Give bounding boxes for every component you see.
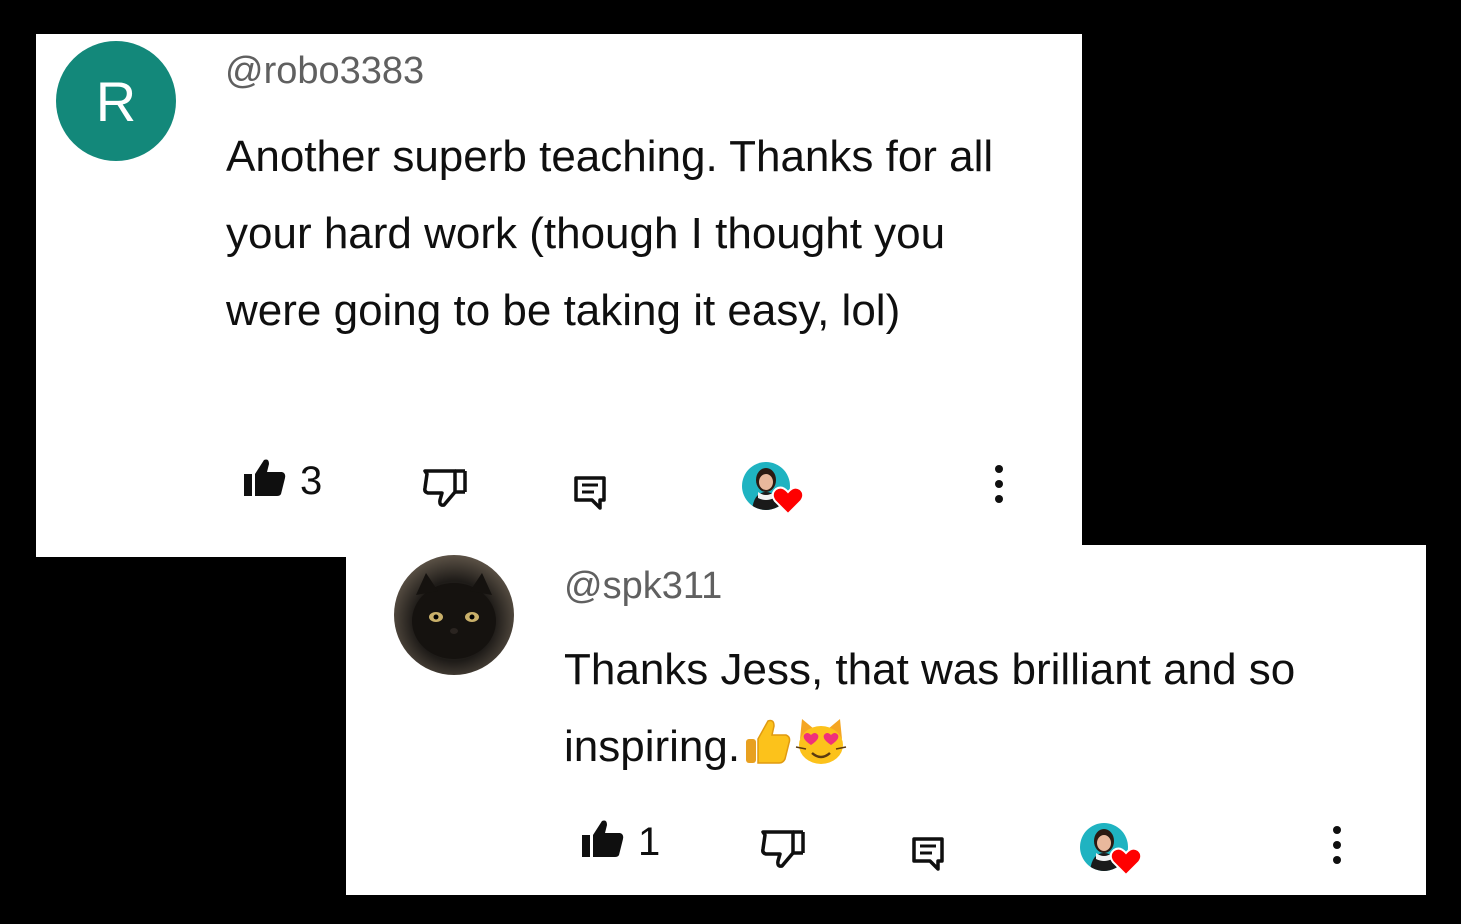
creator-heart-badge: [1080, 823, 1144, 879]
comment-text-body: Thanks Jess, that was brilliant and so i…: [564, 645, 1296, 771]
comment-text: Thanks Jess, that was brilliant and so i…: [564, 631, 1409, 785]
dislike-button[interactable]: [422, 468, 468, 513]
more-vertical-icon: [1330, 825, 1344, 870]
comment-author-handle[interactable]: @spk311: [564, 567, 722, 605]
like-count: 1: [638, 819, 661, 864]
heart-icon: [1109, 847, 1143, 877]
thumbs-down-icon: [760, 829, 806, 874]
creator-heart-badge: [742, 462, 806, 518]
black-cat-photo: [412, 573, 496, 659]
comment-card: @spk311 Thanks Jess, that was brilliant …: [346, 545, 1426, 895]
reply-button[interactable]: [574, 476, 606, 515]
comment-author-handle[interactable]: @robo3383: [225, 52, 424, 90]
thumbs-up-icon: [580, 819, 624, 864]
more-options-button[interactable]: [1330, 825, 1344, 870]
like-button[interactable]: 3: [242, 458, 322, 503]
heart-icon: [771, 486, 805, 516]
like-button[interactable]: 1: [580, 819, 660, 864]
avatar[interactable]: R: [56, 41, 176, 161]
reply-button[interactable]: [912, 837, 944, 876]
comment-text: Another superb teaching. Thanks for all …: [226, 132, 994, 335]
dislike-button[interactable]: [760, 829, 806, 874]
reply-comment-icon: [574, 476, 606, 515]
thumbs-up-emoji: [742, 714, 792, 764]
like-count: 3: [300, 458, 323, 503]
comment-action-bar: 3: [242, 454, 1032, 516]
avatar-letter: R: [95, 70, 137, 133]
reply-comment-icon: [912, 837, 944, 876]
thumbs-down-icon: [422, 468, 468, 513]
thumbs-up-icon: [242, 458, 286, 503]
more-vertical-icon: [992, 464, 1006, 509]
avatar[interactable]: [394, 555, 514, 675]
heart-eyes-cat-emoji: [794, 714, 847, 764]
comment-action-bar: 1: [580, 815, 1370, 877]
more-options-button[interactable]: [992, 464, 1006, 509]
comment-card: R @robo3383 Another superb teaching. Tha…: [36, 34, 1082, 557]
